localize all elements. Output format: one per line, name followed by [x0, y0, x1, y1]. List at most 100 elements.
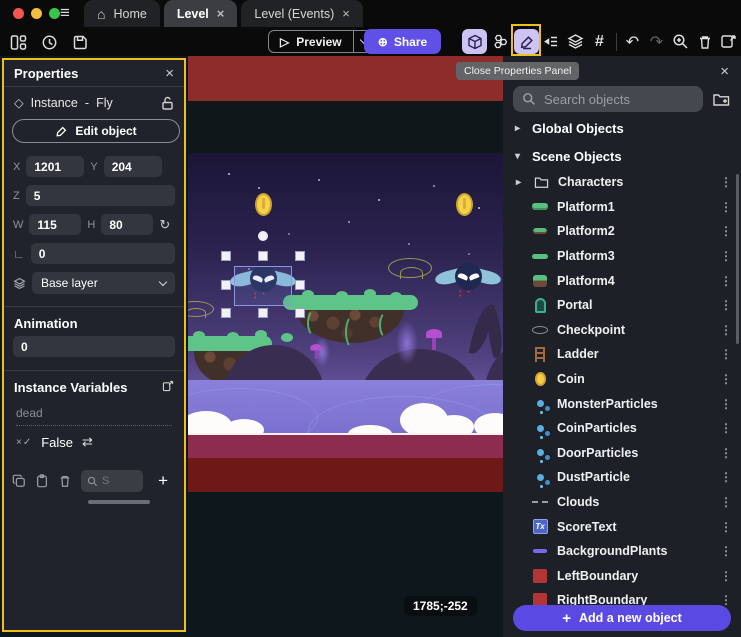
aspect-ratio-lock-icon[interactable]: ↻	[159, 217, 170, 233]
variables-search-input[interactable]	[102, 475, 132, 487]
kebab-menu-icon[interactable]: ⋮	[720, 593, 732, 605]
edit-object-button[interactable]: Edit object	[12, 119, 180, 143]
panels-layout-icon[interactable]	[8, 32, 28, 52]
coin-object[interactable]	[456, 193, 473, 216]
kebab-menu-icon[interactable]: ⋮	[720, 372, 732, 386]
kebab-menu-icon[interactable]: ⋮	[720, 224, 732, 238]
object-item[interactable]: Ladder⋮	[503, 342, 741, 367]
instances-list-icon[interactable]	[540, 29, 563, 54]
group-global-objects[interactable]: ▸ Global Objects	[503, 116, 741, 140]
kebab-menu-icon[interactable]: ⋮	[720, 421, 732, 435]
kebab-menu-icon[interactable]: ⋮	[720, 347, 732, 361]
kebab-menu-icon[interactable]: ⋮	[720, 323, 732, 337]
objects-search-input[interactable]	[513, 86, 703, 112]
selection-handle[interactable]	[258, 251, 268, 261]
share-button[interactable]: ⊕ Share	[364, 29, 441, 54]
variable-value[interactable]: False	[41, 435, 73, 450]
kebab-menu-icon[interactable]: ⋮	[720, 274, 732, 288]
kebab-menu-icon[interactable]: ⋮	[720, 569, 732, 583]
history-icon[interactable]	[39, 32, 59, 52]
object-item[interactable]: Platform3⋮	[503, 244, 741, 269]
selection-handle[interactable]	[295, 308, 305, 318]
unlock-icon[interactable]	[161, 96, 174, 110]
open-variables-editor-icon[interactable]	[162, 380, 174, 392]
close-objects-panel-icon[interactable]: ×	[720, 65, 729, 79]
group-scene-objects[interactable]: ▾ Scene Objects	[503, 144, 741, 168]
close-tab-icon[interactable]: ×	[342, 6, 350, 21]
selection-handle[interactable]	[258, 308, 268, 318]
object-item[interactable]: MonsterParticles⋮	[503, 391, 741, 416]
kebab-menu-icon[interactable]: ⋮	[720, 470, 732, 484]
close-properties-icon[interactable]: ×	[165, 67, 174, 81]
object-item[interactable]: DoorParticles⋮	[503, 441, 741, 466]
kebab-menu-icon[interactable]: ⋮	[720, 200, 732, 214]
kebab-menu-icon[interactable]: ⋮	[720, 298, 732, 312]
object-item[interactable]: Platform1⋮	[503, 195, 741, 220]
kebab-menu-icon[interactable]: ⋮	[720, 544, 732, 558]
coin-object[interactable]	[255, 193, 272, 216]
add-new-object-button[interactable]: + Add a new object	[513, 605, 731, 631]
y-input[interactable]	[104, 156, 162, 177]
fly-instance[interactable]: • • •	[435, 261, 501, 305]
preview-split-button[interactable]: ▷ Preview	[268, 30, 375, 53]
copy-icon[interactable]	[12, 474, 26, 488]
edit-scene-properties-icon[interactable]	[717, 29, 740, 54]
object-item[interactable]: DustParticle⋮	[503, 465, 741, 490]
object-item[interactable]: TxScoreText⋮	[503, 514, 741, 539]
grid-icon[interactable]: #	[588, 29, 611, 54]
height-input[interactable]	[101, 214, 153, 235]
close-tab-icon[interactable]: ×	[217, 6, 225, 21]
undo-icon[interactable]: ↶	[621, 29, 644, 54]
selection-handle[interactable]	[221, 280, 231, 290]
layers-icon[interactable]	[564, 29, 587, 54]
selection-handle[interactable]	[221, 251, 231, 261]
angle-input[interactable]	[31, 243, 175, 264]
kebab-menu-icon[interactable]: ⋮	[720, 397, 732, 411]
kebab-menu-icon[interactable]: ⋮	[720, 495, 732, 509]
rotation-handle[interactable]	[258, 231, 268, 241]
kebab-menu-icon[interactable]: ⋮	[720, 446, 732, 460]
toggle-boolean-icon[interactable]: ⇄	[82, 434, 93, 450]
kebab-menu-icon[interactable]: ⋮	[720, 249, 732, 263]
selection-handle[interactable]	[295, 280, 305, 290]
toggle-3d-view-icon[interactable]	[462, 29, 487, 54]
horizontal-scrollbar[interactable]	[88, 500, 150, 504]
add-variable-button[interactable]: +	[158, 471, 168, 491]
paste-icon[interactable]	[35, 474, 49, 488]
close-window-button[interactable]	[13, 8, 24, 19]
animation-input[interactable]	[13, 336, 175, 357]
maximize-window-button[interactable]	[49, 8, 60, 19]
object-item[interactable]: Platform2⋮	[503, 219, 741, 244]
redo-icon[interactable]: ↷	[645, 29, 668, 54]
save-icon[interactable]	[70, 32, 90, 52]
width-input[interactable]	[29, 214, 81, 235]
zoom-in-icon[interactable]	[669, 29, 692, 54]
vertical-scrollbar[interactable]	[736, 174, 739, 344]
minimize-window-button[interactable]	[31, 8, 42, 19]
object-item[interactable]: Coin⋮	[503, 367, 741, 392]
kebab-menu-icon[interactable]: ⋮	[720, 520, 732, 534]
selection-handle[interactable]	[221, 308, 231, 318]
new-folder-icon[interactable]	[712, 91, 731, 108]
tab-level[interactable]: Level ×	[164, 0, 238, 27]
tab-level-events[interactable]: Level (Events) ×	[241, 0, 363, 27]
variable-name[interactable]: dead	[16, 406, 172, 426]
object-item[interactable]: CoinParticles⋮	[503, 416, 741, 441]
object-item-folder[interactable]: ▸ Characters ⋮	[503, 170, 741, 195]
variable-value-row[interactable]: ×✓ False ⇄	[4, 426, 184, 458]
x-input[interactable]	[26, 156, 84, 177]
object-item[interactable]: Checkpoint⋮	[503, 318, 741, 343]
layer-select[interactable]: Base layer	[32, 272, 175, 294]
tab-home[interactable]: ⌂ Home	[84, 0, 160, 27]
trash-icon[interactable]	[58, 474, 72, 488]
object-item[interactable]: Platform4⋮	[503, 268, 741, 293]
preview-button[interactable]: ▷ Preview	[269, 35, 353, 49]
prefab-objects-icon[interactable]	[488, 29, 513, 54]
kebab-menu-icon[interactable]: ⋮	[720, 175, 732, 189]
object-item[interactable]: RightBoundary⋮	[503, 588, 741, 605]
object-item[interactable]: Clouds⋮	[503, 490, 741, 515]
variables-search-box[interactable]	[81, 470, 143, 492]
object-item[interactable]: LeftBoundary⋮	[503, 564, 741, 589]
menu-icon[interactable]: ≡	[60, 3, 70, 23]
z-input[interactable]	[26, 185, 175, 206]
